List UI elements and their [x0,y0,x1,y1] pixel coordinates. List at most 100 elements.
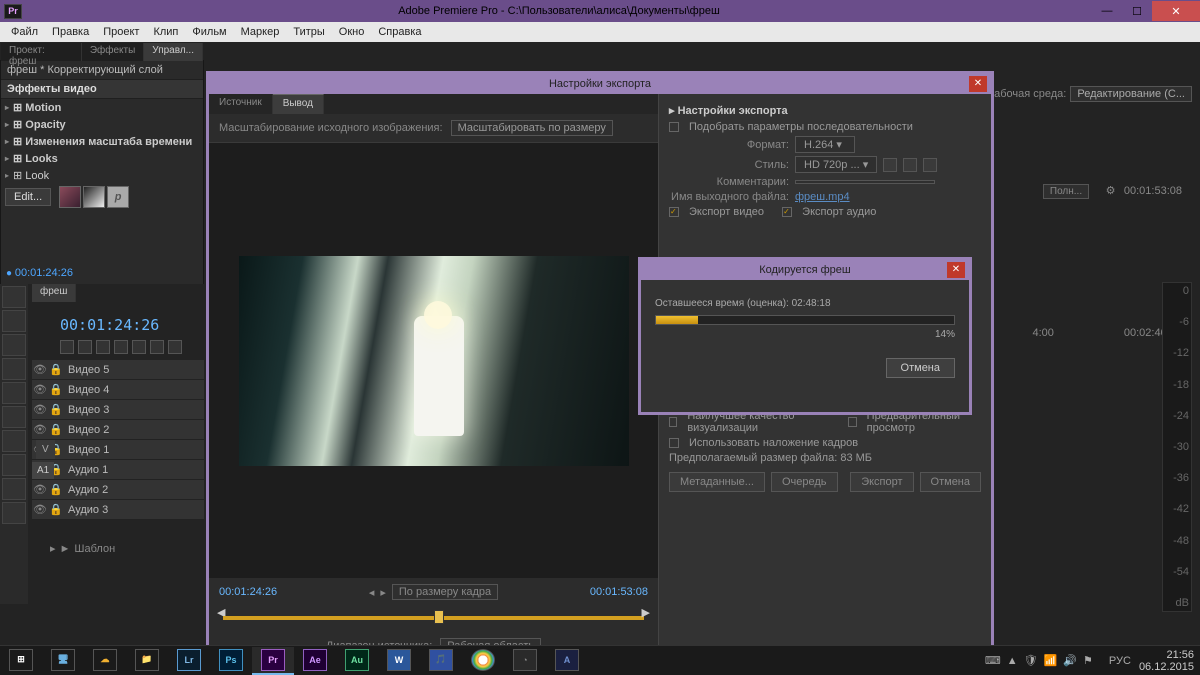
export-close-button[interactable]: ✕ [969,76,987,92]
taskbar-app[interactable]: 📁 [126,647,168,675]
tray-icon[interactable]: 📶 [1044,654,1058,667]
tray-icon[interactable]: 🔊 [1063,654,1077,667]
export-audio-checkbox[interactable] [782,207,792,217]
timeline-tool[interactable] [2,286,26,308]
panel-tab[interactable]: Управл... [144,43,203,61]
timeline-tool[interactable] [2,406,26,428]
timeline-tool[interactable] [2,430,26,452]
export-video-checkbox[interactable] [669,207,679,217]
taskbar-app[interactable]: Ps [210,647,252,675]
preset-thumb[interactable]: p [107,186,129,208]
workspace-dropdown[interactable]: Редактирование (С... [1070,86,1192,102]
format-dropdown[interactable]: H.264 ▾ [795,136,855,153]
taskbar-app[interactable]: Au [336,647,378,675]
match-sequence-checkbox[interactable] [669,122,679,132]
frame-blend-checkbox[interactable] [669,438,679,448]
effect-row[interactable]: ▸ ⊞ Looks [1,150,203,167]
tray-icon[interactable]: ▲ [1007,655,1018,667]
step-back-icon[interactable]: ◂ [369,586,375,599]
taskbar-app[interactable]: W [378,647,420,675]
taskbar-app[interactable]: 🎵 [420,647,462,675]
edit-button[interactable]: Edit... [5,188,51,206]
timeline-tool[interactable] [2,310,26,332]
progress-close-button[interactable]: ✕ [947,262,965,278]
timeline-tool[interactable] [2,502,26,524]
timeline-tool[interactable] [2,382,26,404]
effect-row[interactable]: ▸ ⊞ Opacity [1,116,203,133]
queue-button[interactable]: Очередь [771,472,838,492]
track-header[interactable]: 👁🔒Видео 4 [32,380,204,400]
sequence-tab[interactable]: фреш [32,284,76,302]
taskbar-app[interactable]: ⊞ [0,647,42,675]
delete-preset-icon[interactable] [923,158,937,172]
taskbar-app[interactable]: 🖥 [42,647,84,675]
taskbar-app[interactable]: ◔ [504,647,546,675]
step-fwd-icon[interactable]: ▸ [380,586,386,599]
panel-tab[interactable]: Проект: фреш [1,43,82,61]
track-header[interactable]: 👁🔒Видео 3 [32,400,204,420]
language-indicator[interactable]: РУС [1109,655,1131,667]
taskbar-app[interactable]: Pr [252,647,294,675]
fit-dropdown[interactable]: По размеру кадра [392,584,498,600]
export-source-tab[interactable]: Вывод [273,94,324,114]
minimize-button[interactable]: — [1092,1,1122,21]
menu-Справка[interactable]: Справка [371,26,428,38]
menu-Окно[interactable]: Окно [332,26,372,38]
maximize-button[interactable]: ☐ [1122,1,1152,21]
preset-thumb[interactable] [59,186,81,208]
timeline-option-icon[interactable] [96,340,110,354]
close-button[interactable]: ✕ [1152,1,1200,21]
tray-icon[interactable]: ⌨ [985,654,1001,667]
taskbar-clock[interactable]: 21:5606.12.2015 [1139,649,1200,673]
best-quality-checkbox[interactable] [669,417,677,427]
cancel-export-button[interactable]: Отмена [920,472,981,492]
taskbar-app[interactable]: A [546,647,588,675]
scale-dropdown[interactable]: Масштабировать по размеру [451,120,613,136]
tray-icon[interactable]: ⚑ [1083,654,1093,667]
program-res-dropdown[interactable]: Полн... [1043,184,1089,199]
taskbar-app[interactable] [462,647,504,675]
timeline-tool[interactable] [2,478,26,500]
preview-in-timecode[interactable]: 00:01:24:26 [219,586,277,598]
taskbar-app[interactable]: ☁ [84,647,126,675]
timeline-tool[interactable] [2,358,26,380]
taskbar-app[interactable]: Ae [294,647,336,675]
taskbar-app[interactable]: Lr [168,647,210,675]
track-header[interactable]: 👁🔒Аудио 1 [32,460,204,480]
metadata-button[interactable]: Метаданные... [669,472,765,492]
effect-row[interactable]: ▸ ⊞ Look [1,167,203,184]
timeline-tool[interactable] [2,454,26,476]
timeline-option-icon[interactable] [168,340,182,354]
effect-row[interactable]: ▸ ⊞ Motion [1,99,203,116]
source-range-slider[interactable]: ◀ ▶ [209,606,658,634]
encoding-cancel-button[interactable]: Отмена [886,358,955,378]
a1-patch[interactable]: A1 [32,462,54,479]
track-header[interactable]: 👁🔒Видео 5 [32,360,204,380]
track-header[interactable]: 👁🔒Видео 2 [32,420,204,440]
panel-tab[interactable]: Эффекты [82,43,144,61]
menu-Файл[interactable]: Файл [4,26,45,38]
menu-Маркер[interactable]: Маркер [234,26,287,38]
menu-Правка[interactable]: Правка [45,26,96,38]
export-button[interactable]: Экспорт [850,472,913,492]
menu-Титры[interactable]: Титры [286,26,331,38]
track-header[interactable]: 👁🔒Аудио 2 [32,480,204,500]
import-preset-icon[interactable] [903,158,917,172]
effect-row[interactable]: ▸ ⊞ Изменения масштаба времени [1,133,203,150]
preview-out-timecode[interactable]: 00:01:53:08 [590,586,648,598]
menu-Фильм[interactable]: Фильм [185,26,233,38]
timeline-option-icon[interactable] [114,340,128,354]
menu-Клип[interactable]: Клип [146,26,185,38]
timeline-option-icon[interactable] [60,340,74,354]
export-source-tab[interactable]: Источник [209,94,273,114]
timeline-tool[interactable] [2,334,26,356]
save-preset-icon[interactable] [883,158,897,172]
preset-dropdown[interactable]: HD 720p ... ▾ [795,156,877,173]
v-patch[interactable]: V [36,440,55,459]
menu-Проект[interactable]: Проект [96,26,146,38]
track-header[interactable]: 👁🔒Аудио 3 [32,500,204,520]
timeline-option-icon[interactable] [150,340,164,354]
track-header[interactable]: 👁🔒Видео 1 [32,440,204,460]
playhead-timecode[interactable]: 00:01:24:26 [60,316,159,334]
timeline-option-icon[interactable] [132,340,146,354]
